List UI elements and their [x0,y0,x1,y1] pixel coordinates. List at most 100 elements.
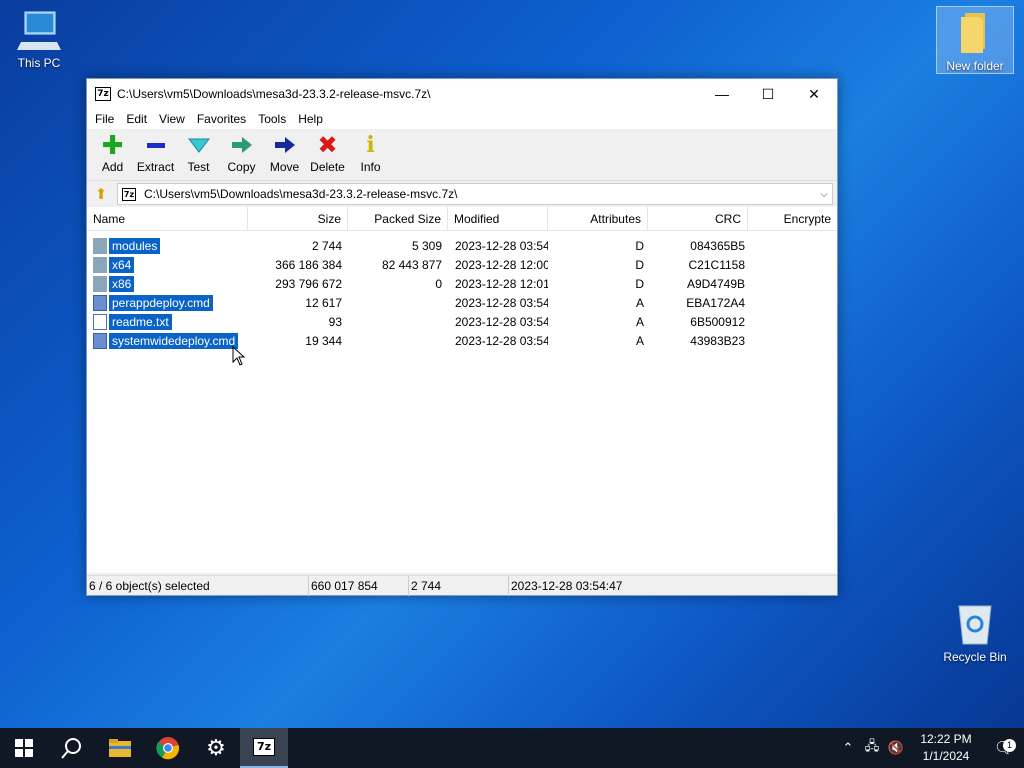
archive-icon: 7z [122,187,136,201]
cell-attributes: A [635,295,644,310]
clock-date: 1/1/2024 [922,749,970,763]
cell-modified: 2023-12-28 03:54 [455,314,548,329]
desktop-icon-this-pc[interactable]: This PC [0,6,78,70]
column-modified[interactable]: Modified [448,207,548,231]
table-row[interactable]: systemwidedeploy.cmd 19 344 2023-12-28 03:… [87,331,837,350]
app-icon: 7z [95,87,111,101]
chevron-up-icon[interactable]: ⌃ [836,740,860,756]
menu-favorites[interactable]: Favorites [191,112,252,126]
table-row[interactable]: x86 293 796 672 0 2023-12-28 12:01 D A9D4749B [87,274,837,293]
notification-count: 1 [1003,739,1016,752]
file-list[interactable]: Name Size Packed Size Modified Attribute… [87,207,837,573]
column-size[interactable]: Size [248,207,348,231]
file-name: perappdeploy.cmd [109,294,213,311]
copy-button-label: Copy [227,160,256,174]
copy-button[interactable]: Copy [220,129,263,180]
menu-tools[interactable]: Tools [252,112,292,126]
arrow-move-icon [273,133,297,157]
chrome-icon [156,737,180,760]
cell-crc: 6B500912 [690,314,745,329]
column-crc[interactable]: CRC [648,207,748,231]
settings-button[interactable]: ⚙ [192,728,240,768]
desktop-icon-label: New folder [946,59,1004,73]
cell-size: 2 744 [311,238,342,253]
minimize-button[interactable]: — [699,79,745,109]
column-attributes[interactable]: Attributes [548,207,648,231]
add-button[interactable]: ✚ Add [91,129,134,180]
menu-file[interactable]: File [89,112,120,126]
maximize-button[interactable]: ☐ [745,79,791,109]
cell-crc: A9D4749B [686,276,745,291]
up-folder-icon[interactable]: ⬆ [91,184,111,204]
cell-size: 293 796 672 [275,276,342,291]
cell-crc: 084365B5 [690,238,745,253]
volume-muted-icon[interactable]: 🔇 [884,740,908,756]
move-button[interactable]: Move [263,129,306,180]
notification-button[interactable]: 🗨 1 [984,738,1024,758]
delete-button[interactable]: ✖ Delete [306,129,349,180]
minimize-icon: — [715,86,729,102]
file-name: x64 [109,256,135,273]
desktop-icon-new-folder[interactable]: New folder [936,6,1014,74]
cell-modified: 2023-12-28 03:54 [455,295,548,310]
chevron-down-icon[interactable]: ⌵ [816,189,832,200]
recycle-bin-icon [951,600,999,648]
minus-icon [144,133,168,157]
address-field[interactable]: 7z C:\Users\vm5\Downloads\mesa3d-23.3.2-… [117,183,833,205]
status-size: 2 744 [409,575,509,596]
7zip-taskbar-button[interactable]: 7z [240,728,288,768]
script-file-icon [93,294,107,311]
folder-icon [93,256,107,273]
info-button[interactable]: i Info [349,129,392,180]
close-button[interactable]: ✕ [791,79,837,109]
column-encrypted[interactable]: Encrypte [748,207,837,231]
clock[interactable]: 12:22 PM 1/1/2024 [908,731,984,765]
script-file-icon [93,332,107,349]
cell-size: 93 [328,314,342,329]
file-rows: modules 2 744 5 309 2023-12-28 03:54 D 084365… [87,231,837,350]
test-button[interactable]: Test [177,129,220,180]
cell-attributes: D [635,276,644,291]
cell-modified: 2023-12-28 03:54 [455,333,548,348]
table-row[interactable]: perappdeploy.cmd 12 617 2023-12-28 03:54 A E… [87,293,837,312]
column-packed-size[interactable]: Packed Size [348,207,448,231]
mouse-cursor-icon [232,346,246,366]
column-name[interactable]: Name [87,207,248,231]
extract-button[interactable]: Extract [134,129,177,180]
status-total-size: 660 017 854 [309,575,409,596]
move-button-label: Move [269,160,300,174]
cell-attributes: D [635,257,644,272]
gear-icon: ⚙ [206,735,226,760]
file-explorer-icon [109,739,131,757]
status-selected: 6 / 6 object(s) selected [87,575,309,596]
cell-modified: 2023-12-28 12:01 [455,276,548,291]
status-bar: 6 / 6 object(s) selected 660 017 854 2 7… [87,575,837,596]
cell-name: readme.txt [87,313,248,330]
file-name: systemwidedeploy.cmd [109,332,239,349]
cell-name: x64 [87,256,248,273]
menu-view[interactable]: View [153,112,191,126]
cell-size: 19 344 [305,333,342,348]
cell-size: 12 617 [305,295,342,310]
search-icon [61,738,81,759]
close-icon: ✕ [808,85,820,102]
table-row[interactable]: modules 2 744 5 309 2023-12-28 03:54 D 084365… [87,236,837,255]
folder-icon [93,275,107,292]
menu-help[interactable]: Help [292,112,329,126]
test-button-label: Test [187,160,210,174]
search-button[interactable] [48,728,96,768]
arrow-copy-icon [230,133,254,157]
table-row[interactable]: x64 366 186 384 82 443 877 2023-12-28 12:00… [87,255,837,274]
network-icon[interactable]: 🖧 [860,737,884,759]
table-row[interactable]: readme.txt 93 2023-12-28 03:54 A 6B500912 [87,312,837,331]
cell-packed-size: 0 [435,276,442,291]
title-bar[interactable]: 7z C:\Users\vm5\Downloads\mesa3d-23.3.2-… [87,79,837,109]
cell-modified: 2023-12-28 12:00 [455,257,548,272]
windows-logo-icon [15,739,33,757]
chrome-button[interactable] [144,728,192,768]
cell-crc: C21C1158 [688,257,745,272]
file-explorer-button[interactable] [96,728,144,768]
start-button[interactable] [0,728,48,768]
desktop-icon-recycle-bin[interactable]: Recycle Bin [936,600,1014,664]
menu-edit[interactable]: Edit [120,112,153,126]
